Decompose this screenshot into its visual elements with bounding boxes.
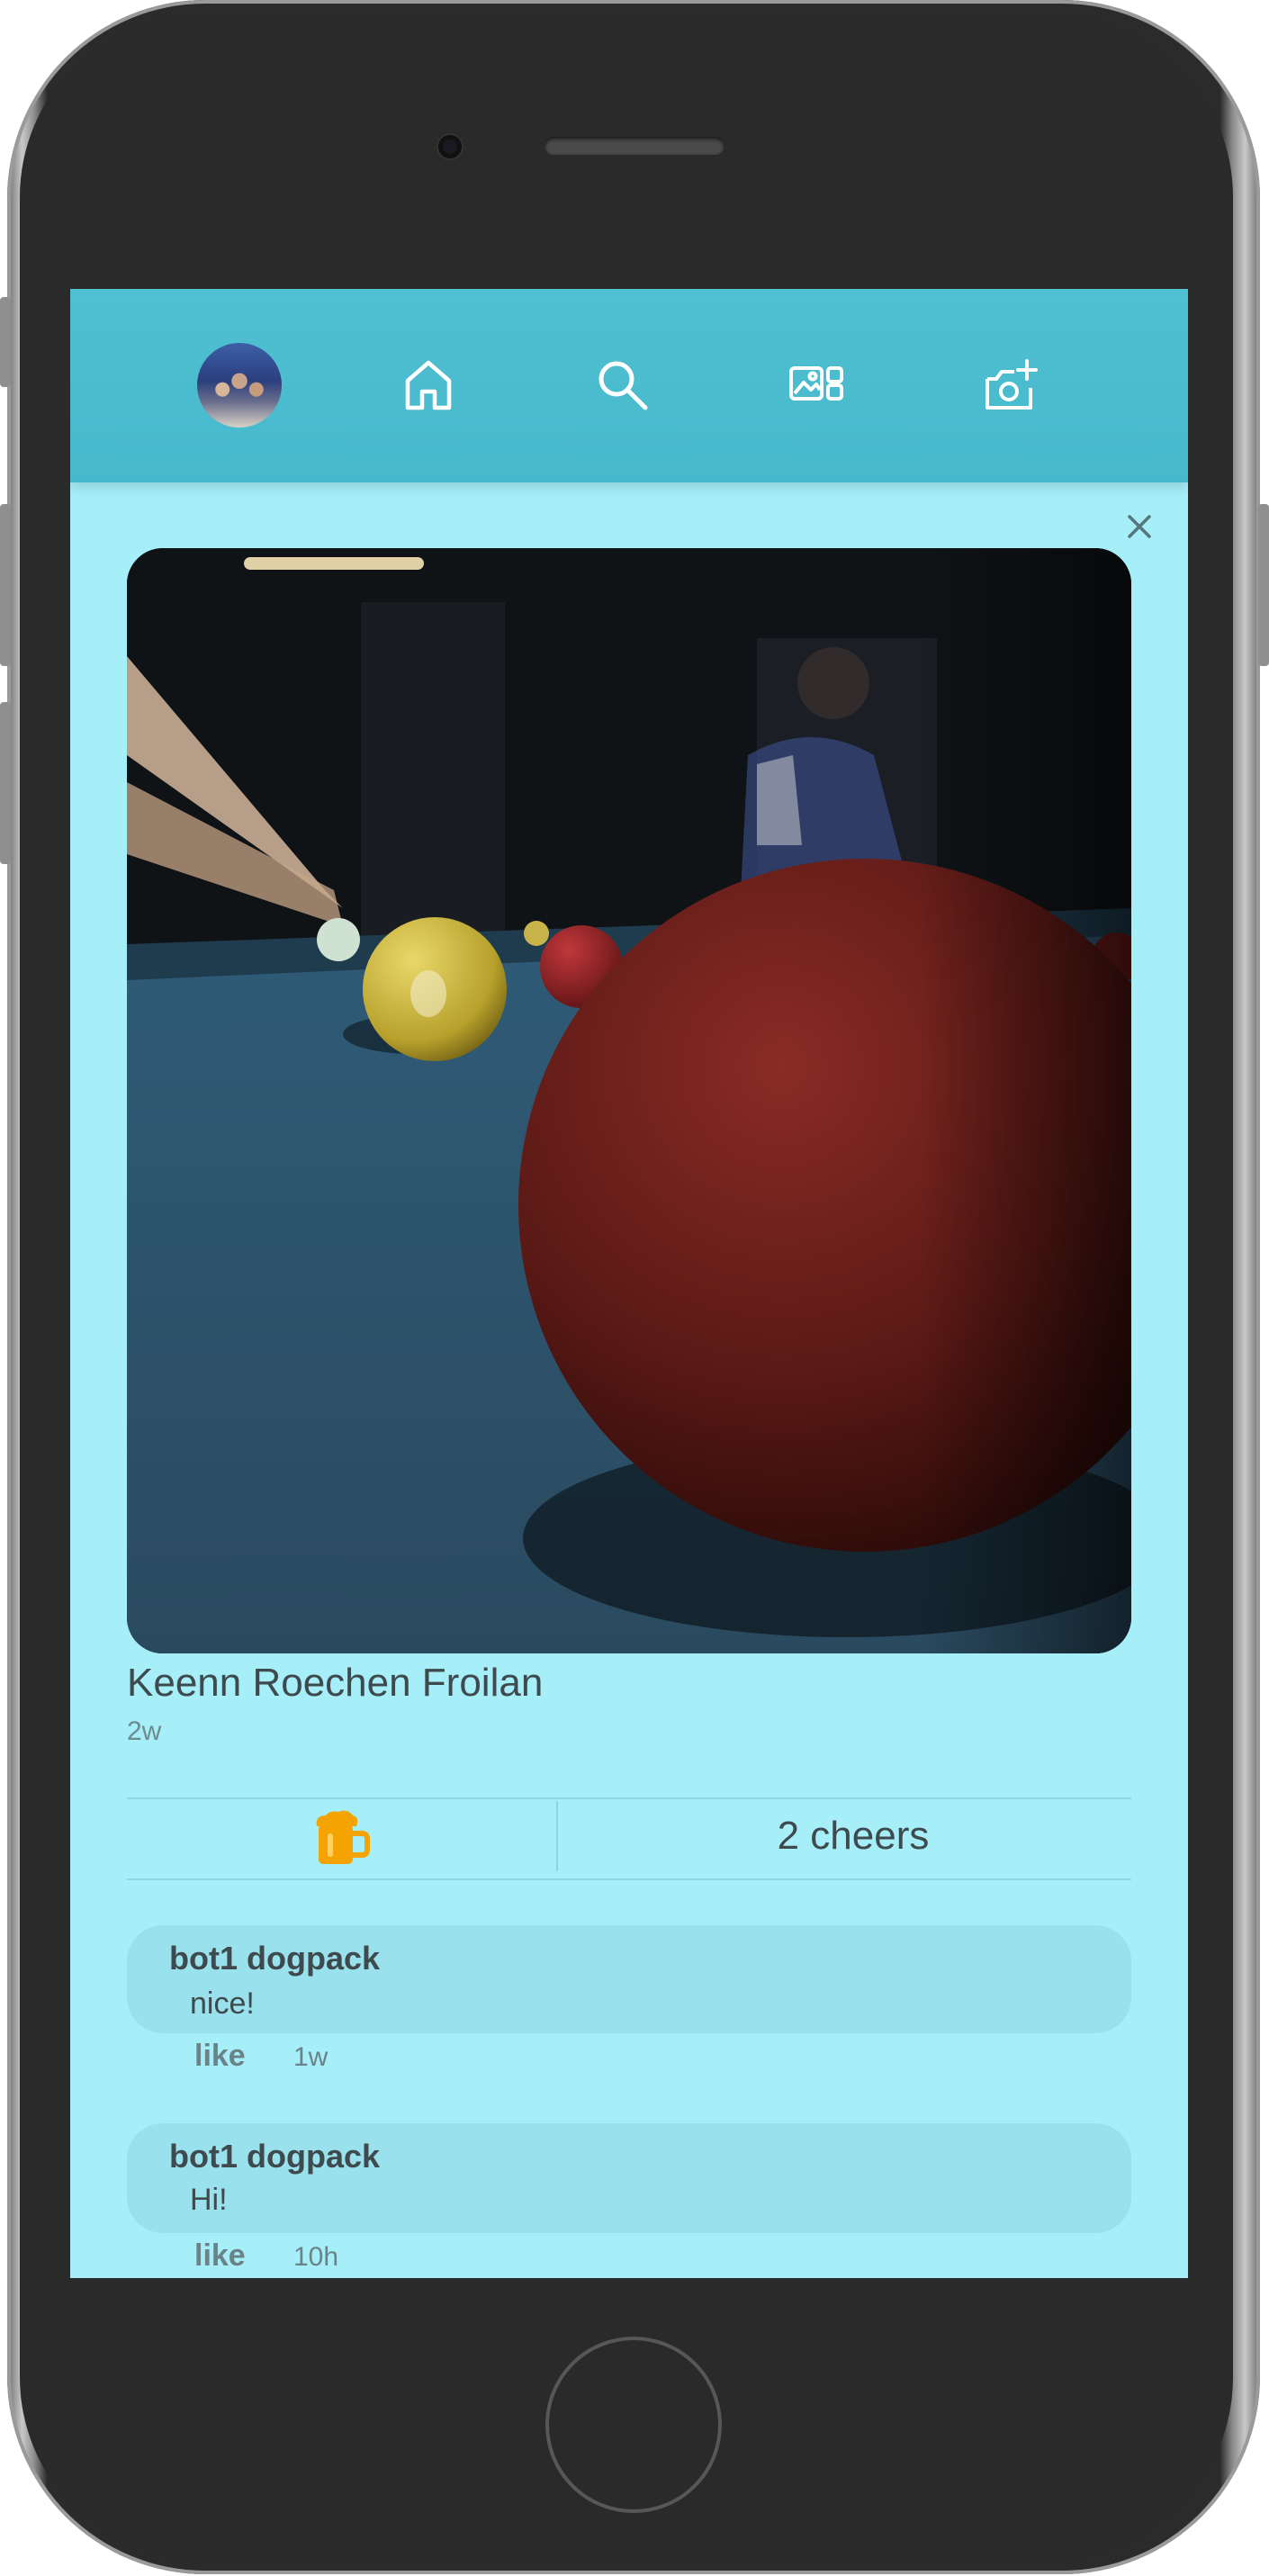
divider-vertical — [556, 1801, 558, 1871]
post-photo[interactable] — [127, 548, 1131, 1653]
comment-like-button[interactable]: like — [194, 2238, 246, 2274]
comment-like-button[interactable]: like — [194, 2039, 246, 2074]
volume-down-button — [0, 702, 11, 864]
comment-text: nice! — [190, 1986, 255, 2021]
power-button — [1258, 504, 1269, 666]
post-timestamp: 2w — [127, 1716, 162, 1746]
volume-up-button — [0, 504, 11, 666]
mute-switch — [0, 297, 11, 387]
home-hardware-button[interactable] — [545, 2337, 722, 2513]
add-photo-icon[interactable] — [980, 354, 1043, 417]
home-icon[interactable] — [397, 354, 460, 417]
front-camera — [438, 135, 462, 158]
gallery-icon[interactable] — [786, 354, 849, 417]
comment-author[interactable]: bot1 dogpack — [169, 1940, 380, 1977]
app-screen: Keenn Roechen Froilan 2w 2 cheers bot1 d… — [70, 289, 1188, 2278]
divider-top — [127, 1797, 1131, 1799]
comment-timestamp: 10h — [293, 2242, 339, 2272]
top-navbar — [70, 289, 1188, 482]
cheers-count[interactable]: 2 cheers — [610, 1814, 1096, 1859]
comment-timestamp: 1w — [293, 2042, 328, 2072]
earpiece-speaker — [544, 137, 724, 155]
post-author[interactable]: Keenn Roechen Froilan — [127, 1661, 543, 1706]
beer-mug-icon[interactable] — [311, 1808, 371, 1868]
search-icon[interactable] — [591, 354, 654, 417]
close-icon[interactable] — [1121, 509, 1157, 545]
comment-text: Hi! — [190, 2183, 228, 2217]
divider-bottom — [127, 1878, 1131, 1880]
comment-author[interactable]: bot1 dogpack — [169, 2138, 380, 2175]
profile-avatar[interactable] — [197, 343, 282, 428]
